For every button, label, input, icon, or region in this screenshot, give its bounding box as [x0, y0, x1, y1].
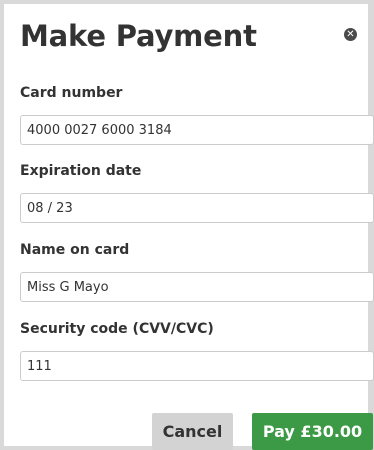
expiration-date-label: Expiration date: [20, 163, 142, 179]
payment-modal: Make Payment ✕ Card number Expiration da…: [4, 4, 374, 450]
card-number-group: Card number: [20, 84, 374, 145]
security-code-label: Security code (CVV/CVC): [20, 321, 214, 337]
pay-button[interactable]: Pay £30.00: [252, 413, 373, 450]
security-code-group: Security code (CVV/CVC): [20, 320, 374, 381]
modal-title: Make Payment: [20, 19, 257, 53]
name-on-card-label: Name on card: [20, 242, 130, 258]
expiration-date-group: Expiration date: [20, 162, 374, 223]
name-on-card-input[interactable]: [20, 272, 374, 302]
card-number-input[interactable]: [20, 115, 374, 145]
expiration-date-input[interactable]: [20, 193, 374, 223]
security-code-input[interactable]: [20, 351, 374, 381]
close-icon[interactable]: ✕: [344, 28, 357, 41]
name-on-card-group: Name on card: [20, 241, 374, 302]
card-number-label: Card number: [20, 85, 123, 101]
cancel-button[interactable]: Cancel: [152, 413, 233, 450]
